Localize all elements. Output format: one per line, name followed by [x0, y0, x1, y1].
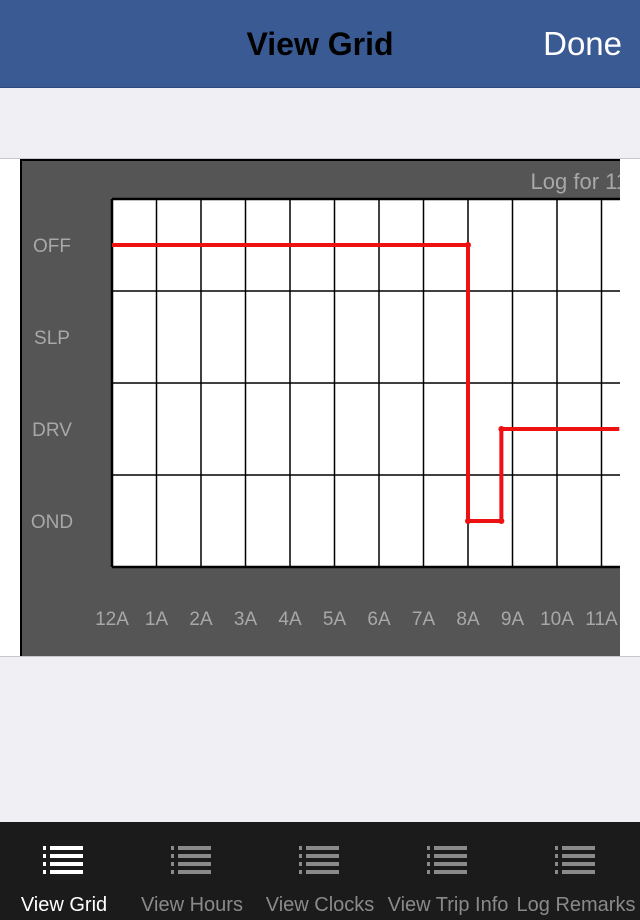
nav-bar: View Grid Done [0, 0, 640, 88]
x-tick-label: 5A [323, 609, 347, 630]
tab-view-grid[interactable]: View Grid [0, 822, 128, 920]
spacer [0, 89, 640, 159]
x-tick-label: 8A [456, 609, 480, 630]
tab-label: View Hours [141, 894, 243, 916]
chart-canvas: OFF SLP DRV OND 12A 1A 2A 3A 4A 5A 6A 7A 8A 9A 10A 11A [31, 197, 620, 630]
empty-area [0, 658, 640, 822]
y-axis-label-drv: DRV [32, 420, 72, 441]
list-icon [427, 846, 469, 874]
done-button[interactable]: Done [543, 25, 622, 63]
tab-label: View Clocks [265, 894, 375, 916]
tab-label: View Trip Info [387, 894, 509, 916]
log-grid-chart[interactable]: Log for 11 OFF SLP DRV OND 12A 1A 2A 3A 4A 5A 6A 7A… [20, 159, 620, 656]
transition-point [498, 426, 505, 432]
x-tick-label: 10A [540, 609, 574, 630]
list-icon [43, 846, 85, 874]
list-icon [555, 846, 597, 874]
x-tick-label: 7A [412, 609, 436, 630]
y-axis-label-slp: SLP [34, 328, 70, 349]
y-axis-label-off: OFF [33, 236, 71, 257]
transition-point [498, 518, 505, 524]
list-icon [299, 846, 341, 874]
tab-view-hours[interactable]: View Hours [128, 822, 256, 920]
x-tick-label: 9A [501, 609, 525, 630]
tab-log-remarks[interactable]: Log Remarks [512, 822, 640, 920]
tab-view-trip-info[interactable]: View Trip Info [384, 822, 512, 920]
x-tick-label: 1A [145, 609, 169, 630]
transition-point [465, 242, 471, 248]
y-axis-label-ond: OND [31, 512, 73, 533]
grid-content: Log for 11 OFF SLP DRV OND 12A 1A 2A 3A 4A 5A 6A 7A… [0, 159, 640, 657]
tab-label: Log Remarks [516, 894, 636, 916]
x-tick-label: 11A [585, 609, 618, 630]
x-tick-label: 12A [95, 609, 129, 630]
list-icon [171, 846, 213, 874]
x-tick-label: 4A [278, 609, 302, 630]
tab-bar: View Grid View Hours View Clocks View Trip … [0, 822, 640, 920]
transition-point [465, 518, 471, 524]
x-tick-label: 2A [189, 609, 213, 630]
x-tick-label: 6A [367, 609, 391, 630]
tab-view-clocks[interactable]: View Clocks [256, 822, 384, 920]
x-tick-label: 3A [234, 609, 258, 630]
